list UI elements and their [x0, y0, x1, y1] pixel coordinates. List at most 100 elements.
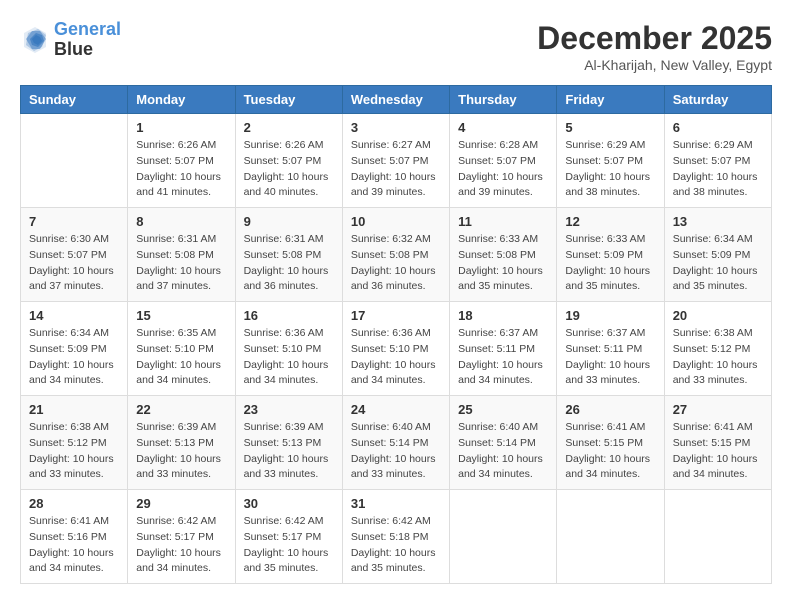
day-number: 26: [565, 402, 655, 417]
day-number: 29: [136, 496, 226, 511]
calendar-cell: 5 Sunrise: 6:29 AMSunset: 5:07 PMDaylight…: [557, 114, 664, 208]
day-number: 31: [351, 496, 441, 511]
day-info: Sunrise: 6:34 AMSunset: 5:09 PMDaylight:…: [29, 326, 119, 389]
calendar-cell: [21, 114, 128, 208]
logo-line1: General: [54, 20, 121, 40]
calendar-cell: 21 Sunrise: 6:38 AMSunset: 5:12 PMDayligh…: [21, 396, 128, 490]
day-info: Sunrise: 6:33 AMSunset: 5:08 PMDaylight:…: [458, 232, 548, 295]
calendar-cell: 7 Sunrise: 6:30 AMSunset: 5:07 PMDaylight…: [21, 208, 128, 302]
day-number: 3: [351, 120, 441, 135]
day-info: Sunrise: 6:31 AMSunset: 5:08 PMDaylight:…: [136, 232, 226, 295]
calendar-week-row: 7 Sunrise: 6:30 AMSunset: 5:07 PMDaylight…: [21, 208, 772, 302]
day-info: Sunrise: 6:31 AMSunset: 5:08 PMDaylight:…: [244, 232, 334, 295]
calendar-cell: 28 Sunrise: 6:41 AMSunset: 5:16 PMDayligh…: [21, 490, 128, 584]
day-info: Sunrise: 6:37 AMSunset: 5:11 PMDaylight:…: [565, 326, 655, 389]
day-info: Sunrise: 6:32 AMSunset: 5:08 PMDaylight:…: [351, 232, 441, 295]
weekday-header-tuesday: Tuesday: [235, 86, 342, 114]
weekday-header-sunday: Sunday: [21, 86, 128, 114]
day-info: Sunrise: 6:28 AMSunset: 5:07 PMDaylight:…: [458, 138, 548, 201]
day-info: Sunrise: 6:38 AMSunset: 5:12 PMDaylight:…: [29, 420, 119, 483]
calendar-cell: 15Sunrise: 6:35 AMSunset: 5:10 PMDayligh…: [128, 302, 235, 396]
day-info: Sunrise: 6:42 AMSunset: 5:17 PMDaylight:…: [136, 514, 226, 577]
day-number: 11: [458, 214, 548, 229]
day-info: Sunrise: 6:27 AMSunset: 5:07 PMDaylight:…: [351, 138, 441, 201]
calendar-week-row: 21 Sunrise: 6:38 AMSunset: 5:12 PMDayligh…: [21, 396, 772, 490]
day-info: Sunrise: 6:26 AMSunset: 5:07 PMDaylight:…: [136, 138, 226, 201]
calendar-cell: [450, 490, 557, 584]
day-number: 21: [29, 402, 119, 417]
calendar-week-row: 28 Sunrise: 6:41 AMSunset: 5:16 PMDayligh…: [21, 490, 772, 584]
day-info: Sunrise: 6:36 AMSunset: 5:10 PMDaylight:…: [351, 326, 441, 389]
day-number: 13: [673, 214, 763, 229]
calendar-cell: 3 Sunrise: 6:27 AMSunset: 5:07 PMDaylight…: [342, 114, 449, 208]
calendar-cell: 18 Sunrise: 6:37 AMSunset: 5:11 PMDayligh…: [450, 302, 557, 396]
day-number: 4: [458, 120, 548, 135]
weekday-header-wednesday: Wednesday: [342, 86, 449, 114]
day-number: 30: [244, 496, 334, 511]
day-info: Sunrise: 6:26 AMSunset: 5:07 PMDaylight:…: [244, 138, 334, 201]
day-info: Sunrise: 6:36 AMSunset: 5:10 PMDaylight:…: [244, 326, 334, 389]
logo-line2: Blue: [54, 40, 121, 60]
day-info: Sunrise: 6:37 AMSunset: 5:11 PMDaylight:…: [458, 326, 548, 389]
day-info: Sunrise: 6:39 AMSunset: 5:13 PMDaylight:…: [244, 420, 334, 483]
calendar-cell: 22 Sunrise: 6:39 AMSunset: 5:13 PMDayligh…: [128, 396, 235, 490]
calendar-cell: 12 Sunrise: 6:33 AMSunset: 5:09 PMDayligh…: [557, 208, 664, 302]
day-number: 9: [244, 214, 334, 229]
day-number: 17: [351, 308, 441, 323]
calendar-cell: 23 Sunrise: 6:39 AMSunset: 5:13 PMDayligh…: [235, 396, 342, 490]
day-number: 25: [458, 402, 548, 417]
calendar-cell: 14 Sunrise: 6:34 AMSunset: 5:09 PMDayligh…: [21, 302, 128, 396]
day-number: 2: [244, 120, 334, 135]
calendar-cell: 25 Sunrise: 6:40 AMSunset: 5:14 PMDayligh…: [450, 396, 557, 490]
day-number: 18: [458, 308, 548, 323]
calendar-cell: [557, 490, 664, 584]
location: Al-Kharijah, New Valley, Egypt: [537, 57, 772, 73]
day-info: Sunrise: 6:29 AMSunset: 5:07 PMDaylight:…: [673, 138, 763, 201]
day-info: Sunrise: 6:41 AMSunset: 5:16 PMDaylight:…: [29, 514, 119, 577]
day-number: 8: [136, 214, 226, 229]
calendar-cell: 30 Sunrise: 6:42 AMSunset: 5:17 PMDayligh…: [235, 490, 342, 584]
calendar-cell: 17 Sunrise: 6:36 AMSunset: 5:10 PMDayligh…: [342, 302, 449, 396]
calendar-cell: 1Sunrise: 6:26 AMSunset: 5:07 PMDaylight…: [128, 114, 235, 208]
day-info: Sunrise: 6:41 AMSunset: 5:15 PMDaylight:…: [565, 420, 655, 483]
calendar-cell: 8 Sunrise: 6:31 AMSunset: 5:08 PMDaylight…: [128, 208, 235, 302]
day-info: Sunrise: 6:40 AMSunset: 5:14 PMDaylight:…: [458, 420, 548, 483]
calendar-cell: 20 Sunrise: 6:38 AMSunset: 5:12 PMDayligh…: [664, 302, 771, 396]
calendar-cell: 11 Sunrise: 6:33 AMSunset: 5:08 PMDayligh…: [450, 208, 557, 302]
day-number: 28: [29, 496, 119, 511]
day-info: Sunrise: 6:39 AMSunset: 5:13 PMDaylight:…: [136, 420, 226, 483]
calendar-cell: 16Sunrise: 6:36 AMSunset: 5:10 PMDayligh…: [235, 302, 342, 396]
day-number: 7: [29, 214, 119, 229]
title-area: December 2025 Al-Kharijah, New Valley, E…: [537, 20, 772, 73]
day-number: 5: [565, 120, 655, 135]
day-number: 15: [136, 308, 226, 323]
day-number: 27: [673, 402, 763, 417]
day-info: Sunrise: 6:41 AMSunset: 5:15 PMDaylight:…: [673, 420, 763, 483]
logo-icon: [20, 25, 50, 55]
calendar-cell: 29 Sunrise: 6:42 AMSunset: 5:17 PMDayligh…: [128, 490, 235, 584]
calendar-cell: 13Sunrise: 6:34 AMSunset: 5:09 PMDayligh…: [664, 208, 771, 302]
day-number: 10: [351, 214, 441, 229]
calendar-cell: 9 Sunrise: 6:31 AMSunset: 5:08 PMDaylight…: [235, 208, 342, 302]
calendar-table: SundayMondayTuesdayWednesdayThursdayFrid…: [20, 85, 772, 584]
calendar-cell: 2 Sunrise: 6:26 AMSunset: 5:07 PMDaylight…: [235, 114, 342, 208]
day-number: 24: [351, 402, 441, 417]
weekday-header-friday: Friday: [557, 86, 664, 114]
calendar-week-row: 14 Sunrise: 6:34 AMSunset: 5:09 PMDayligh…: [21, 302, 772, 396]
day-info: Sunrise: 6:30 AMSunset: 5:07 PMDaylight:…: [29, 232, 119, 295]
day-info: Sunrise: 6:29 AMSunset: 5:07 PMDaylight:…: [565, 138, 655, 201]
day-number: 22: [136, 402, 226, 417]
day-number: 12: [565, 214, 655, 229]
calendar-cell: 27 Sunrise: 6:41 AMSunset: 5:15 PMDayligh…: [664, 396, 771, 490]
day-info: Sunrise: 6:38 AMSunset: 5:12 PMDaylight:…: [673, 326, 763, 389]
day-number: 20: [673, 308, 763, 323]
weekday-header-saturday: Saturday: [664, 86, 771, 114]
day-info: Sunrise: 6:40 AMSunset: 5:14 PMDaylight:…: [351, 420, 441, 483]
calendar-cell: 31Sunrise: 6:42 AMSunset: 5:18 PMDayligh…: [342, 490, 449, 584]
day-info: Sunrise: 6:33 AMSunset: 5:09 PMDaylight:…: [565, 232, 655, 295]
day-number: 6: [673, 120, 763, 135]
day-number: 14: [29, 308, 119, 323]
day-info: Sunrise: 6:42 AMSunset: 5:17 PMDaylight:…: [244, 514, 334, 577]
day-number: 23: [244, 402, 334, 417]
calendar-cell: 4 Sunrise: 6:28 AMSunset: 5:07 PMDaylight…: [450, 114, 557, 208]
